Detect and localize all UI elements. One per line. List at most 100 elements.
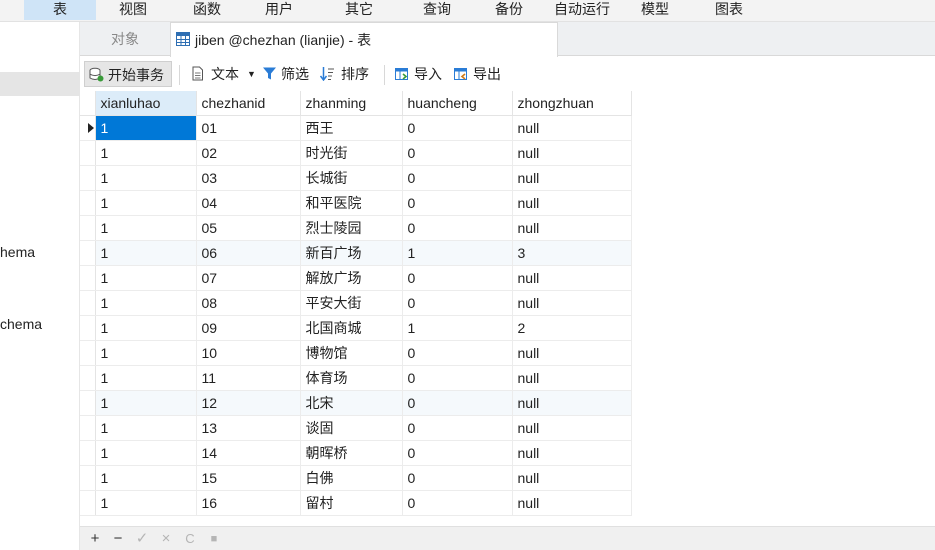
table-cell-zhongzhuan[interactable]: null xyxy=(512,215,632,241)
row-marker[interactable] xyxy=(80,465,96,491)
table-cell-huancheng[interactable]: 0 xyxy=(402,215,513,241)
table-row[interactable]: 1 11 体育场 0 null xyxy=(80,365,632,391)
table-row[interactable]: 1 01 西王 0 null xyxy=(80,115,632,141)
table-cell-huancheng[interactable]: 0 xyxy=(402,415,513,441)
table-cell-xianluhao[interactable]: 1 xyxy=(95,390,197,416)
table-cell-chezhanid[interactable]: 14 xyxy=(196,440,301,466)
table-row[interactable]: 1 02 时光街 0 null xyxy=(80,140,632,166)
menu-item-function[interactable]: 函数 xyxy=(182,0,232,20)
table-cell-zhongzhuan[interactable]: null xyxy=(512,265,632,291)
table-cell-chezhanid[interactable]: 10 xyxy=(196,340,301,366)
table-cell-zhanming[interactable]: 西王 xyxy=(300,115,403,141)
table-cell-xianluhao[interactable]: 1 xyxy=(95,215,197,241)
table-cell-zhongzhuan[interactable]: null xyxy=(512,290,632,316)
table-cell-chezhanid[interactable]: 08 xyxy=(196,290,301,316)
table-cell-zhongzhuan[interactable]: 2 xyxy=(512,315,632,341)
table-cell-zhanming[interactable]: 北宋 xyxy=(300,390,403,416)
row-marker[interactable] xyxy=(80,490,96,516)
navigator-selected-item[interactable] xyxy=(0,72,80,96)
table-cell-xianluhao[interactable]: 1 xyxy=(95,340,197,366)
menu-item-table[interactable]: 表 xyxy=(24,0,96,20)
table-cell-huancheng[interactable]: 0 xyxy=(402,115,513,141)
filter-button[interactable]: 筛选 xyxy=(262,61,314,87)
column-header[interactable]: huancheng xyxy=(402,91,513,116)
table-row[interactable]: 1 15 白佛 0 null xyxy=(80,465,632,491)
row-marker[interactable] xyxy=(80,265,96,291)
table-cell-zhanming[interactable]: 谈固 xyxy=(300,415,403,441)
table-cell-huancheng[interactable]: 0 xyxy=(402,290,513,316)
table-cell-huancheng[interactable]: 0 xyxy=(402,340,513,366)
refresh-button[interactable]: C xyxy=(180,529,200,549)
row-marker[interactable] xyxy=(80,315,96,341)
stop-button[interactable]: ■ xyxy=(204,529,224,549)
delete-record-button[interactable]: − xyxy=(108,529,128,549)
table-cell-xianluhao[interactable]: 1 xyxy=(95,465,197,491)
table-cell-zhongzhuan[interactable]: null xyxy=(512,190,632,216)
row-marker[interactable] xyxy=(80,165,96,191)
table-cell-zhanming[interactable]: 留村 xyxy=(300,490,403,516)
tab-objects[interactable]: 对象 xyxy=(80,22,170,56)
table-cell-huancheng[interactable]: 1 xyxy=(402,315,513,341)
table-cell-zhongzhuan[interactable]: null xyxy=(512,390,632,416)
table-cell-xianluhao[interactable]: 1 xyxy=(95,290,197,316)
table-cell-zhanming[interactable]: 白佛 xyxy=(300,465,403,491)
row-marker[interactable] xyxy=(80,140,96,166)
import-button[interactable]: 导入 xyxy=(394,61,448,87)
table-row[interactable]: 1 12 北宋 0 null xyxy=(80,390,632,416)
add-record-button[interactable]: + xyxy=(85,529,105,549)
table-cell-zhongzhuan[interactable]: 3 xyxy=(512,240,632,266)
table-row[interactable]: 1 06 新百广场 1 3 xyxy=(80,240,632,266)
menu-item-backup[interactable]: 备份 xyxy=(484,0,534,20)
table-cell-xianluhao[interactable]: 1 xyxy=(95,115,197,141)
table-cell-huancheng[interactable]: 0 xyxy=(402,190,513,216)
table-cell-zhongzhuan[interactable]: null xyxy=(512,140,632,166)
discard-changes-button[interactable]: × xyxy=(156,529,176,549)
table-row[interactable]: 1 04 和平医院 0 null xyxy=(80,190,632,216)
table-cell-zhanming[interactable]: 朝晖桥 xyxy=(300,440,403,466)
row-marker[interactable] xyxy=(80,115,96,141)
table-cell-zhongzhuan[interactable]: null xyxy=(512,440,632,466)
table-cell-xianluhao[interactable]: 1 xyxy=(95,240,197,266)
table-cell-huancheng[interactable]: 0 xyxy=(402,365,513,391)
table-row[interactable]: 1 05 烈士陵园 0 null xyxy=(80,215,632,241)
table-cell-zhanming[interactable]: 北国商城 xyxy=(300,315,403,341)
menu-item-query[interactable]: 查询 xyxy=(412,0,462,20)
table-cell-xianluhao[interactable]: 1 xyxy=(95,415,197,441)
menu-item-other[interactable]: 其它 xyxy=(334,0,384,20)
table-cell-huancheng[interactable]: 0 xyxy=(402,265,513,291)
table-cell-chezhanid[interactable]: 15 xyxy=(196,465,301,491)
row-marker[interactable] xyxy=(80,340,96,366)
row-marker[interactable] xyxy=(80,215,96,241)
table-cell-zhongzhuan[interactable]: null xyxy=(512,340,632,366)
table-cell-xianluhao[interactable]: 1 xyxy=(95,165,197,191)
column-header[interactable]: chezhanid xyxy=(196,91,301,116)
table-cell-xianluhao[interactable]: 1 xyxy=(95,265,197,291)
row-marker[interactable] xyxy=(80,240,96,266)
table-cell-zhongzhuan[interactable]: null xyxy=(512,490,632,516)
column-header[interactable]: xianluhao xyxy=(95,91,197,116)
column-header[interactable]: zhongzhuan xyxy=(512,91,632,116)
menu-item-automation[interactable]: 自动运行 xyxy=(548,0,616,20)
table-cell-xianluhao[interactable]: 1 xyxy=(95,315,197,341)
sort-button[interactable]: 排序 xyxy=(320,61,374,87)
table-cell-zhongzhuan[interactable]: null xyxy=(512,415,632,441)
table-row[interactable]: 1 07 解放广场 0 null xyxy=(80,265,632,291)
table-cell-chezhanid[interactable]: 11 xyxy=(196,365,301,391)
table-cell-chezhanid[interactable]: 04 xyxy=(196,190,301,216)
begin-transaction-button[interactable]: 开始事务 xyxy=(84,61,172,87)
table-cell-chezhanid[interactable]: 13 xyxy=(196,415,301,441)
table-cell-chezhanid[interactable]: 16 xyxy=(196,490,301,516)
table-row[interactable]: 1 09 北国商城 1 2 xyxy=(80,315,632,341)
table-row[interactable]: 1 08 平安大街 0 null xyxy=(80,290,632,316)
column-header[interactable]: zhanming xyxy=(300,91,403,116)
table-row[interactable]: 1 10 博物馆 0 null xyxy=(80,340,632,366)
table-cell-zhanming[interactable]: 平安大街 xyxy=(300,290,403,316)
table-cell-chezhanid[interactable]: 01 xyxy=(196,115,301,141)
text-button[interactable]: 文本 ▼ xyxy=(190,61,256,87)
table-cell-zhanming[interactable]: 解放广场 xyxy=(300,265,403,291)
table-cell-zhanming[interactable]: 时光街 xyxy=(300,140,403,166)
menu-item-model[interactable]: 模型 xyxy=(632,0,678,20)
navigator-item-schema-2[interactable]: chema xyxy=(0,316,42,332)
table-cell-huancheng[interactable]: 0 xyxy=(402,465,513,491)
table-cell-zhanming[interactable]: 长城街 xyxy=(300,165,403,191)
